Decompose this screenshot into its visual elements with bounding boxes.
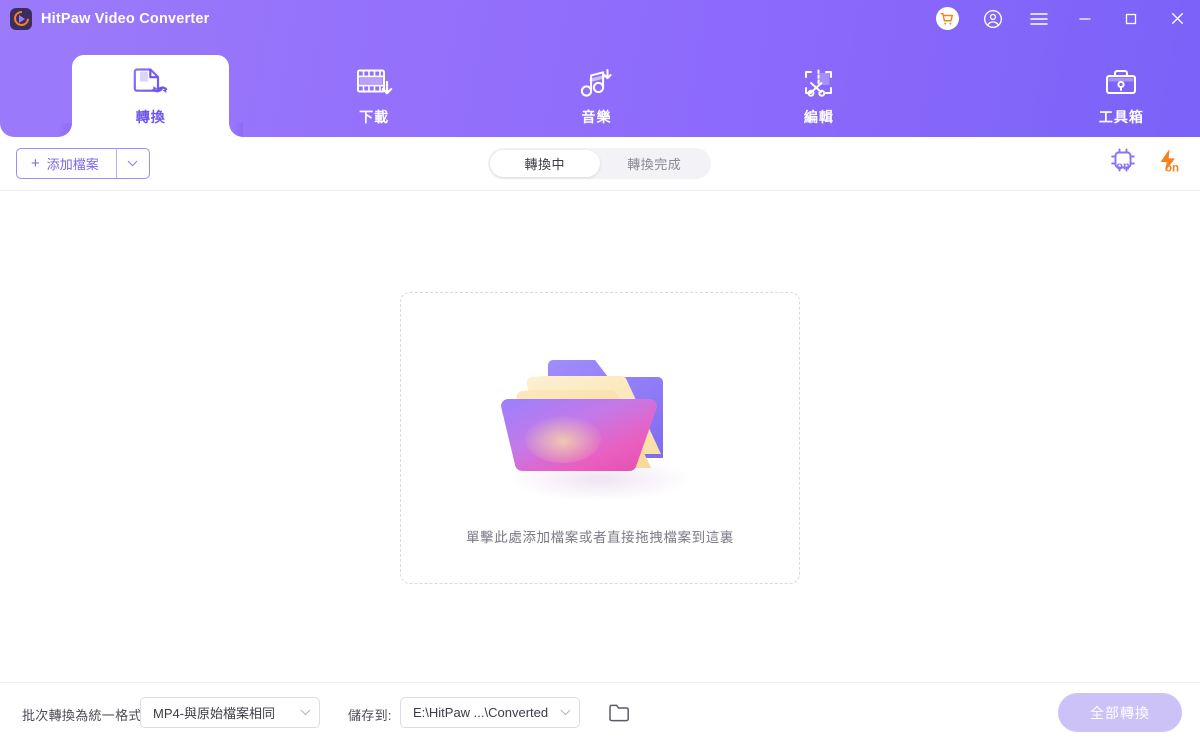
browse-folder-button[interactable] [607, 701, 631, 723]
menu-button[interactable] [1016, 0, 1062, 37]
convert-icon [132, 66, 170, 100]
add-file-dropdown-toggle[interactable] [115, 149, 149, 178]
app-window: HitPaw Video Converter 轉換 下載 音樂 編輯 工具箱 +… [0, 0, 1200, 740]
brand: HitPaw Video Converter [10, 7, 210, 30]
tab-convert-label: 轉換 [135, 108, 166, 125]
maximize-button[interactable] [1108, 0, 1154, 37]
speed-boost-toggle[interactable]: on [1154, 146, 1184, 176]
batch-format-label: 批次轉換為統一格式: [22, 708, 146, 723]
chevron-down-icon [560, 705, 571, 716]
save-to-select[interactable]: E:\HitPaw ...\Converted [400, 697, 580, 728]
segment-converted[interactable]: 轉換完成 [600, 150, 710, 177]
save-to-label: 儲存到: [348, 708, 392, 723]
download-icon [354, 66, 394, 100]
close-icon [1171, 13, 1183, 24]
svg-text:on: on [1116, 161, 1130, 173]
minimize-button[interactable] [1062, 0, 1108, 37]
hitpaw-logo-icon [10, 7, 32, 30]
window-controls [924, 0, 1200, 37]
segment-converting[interactable]: 轉換中 [490, 150, 600, 177]
save-to-value: E:\HitPaw ...\Converted [413, 705, 549, 720]
account-button[interactable] [970, 0, 1016, 37]
cpu-chip-icon: on [1111, 148, 1135, 173]
main-tabs: 轉換 下載 音樂 編輯 工具箱 [0, 55, 1200, 137]
tab-convert[interactable]: 轉換 [57, 55, 244, 137]
batch-format-select[interactable]: MP4-與原始檔案相同 [140, 697, 320, 728]
convert-all-button[interactable]: 全部轉換 [1058, 693, 1182, 732]
svg-text:on: on [1165, 163, 1179, 175]
app-title: HitPaw Video Converter [41, 10, 210, 27]
batch-format-value: MP4-與原始檔案相同 [153, 706, 276, 721]
dropzone-label: 單擊此處添加檔案或者直接拖拽檔案到這裏 [466, 530, 734, 545]
add-file-label: 添加檔案 [46, 157, 99, 172]
tab-music[interactable]: 音樂 [518, 55, 675, 137]
tab-toolbox[interactable]: 工具箱 [1043, 55, 1200, 137]
tab-download-label: 下載 [359, 108, 390, 125]
tab-music-label: 音樂 [581, 108, 612, 125]
hardware-acceleration-toggle[interactable]: on [1108, 146, 1138, 176]
tab-corner-left [58, 123, 72, 137]
lightning-bolt-icon: on [1160, 149, 1179, 175]
status-segmented-control: 轉換中 轉換完成 [488, 148, 711, 179]
folder-stack-illustration [485, 324, 715, 514]
main-content: 單擊此處添加檔案或者直接拖拽檔案到這裏 [0, 191, 1200, 682]
add-file-button[interactable]: + 添加檔案 [16, 148, 150, 179]
add-file-main[interactable]: + 添加檔案 [17, 149, 116, 178]
file-dropzone[interactable]: 單擊此處添加檔案或者直接拖拽檔案到這裏 [400, 292, 800, 584]
tab-download[interactable]: 下載 [295, 55, 452, 137]
tab-toolbox-label: 工具箱 [1098, 108, 1144, 125]
toolbar-right-actions: on on [1108, 146, 1184, 176]
plus-icon: + [31, 154, 40, 172]
maximize-icon [1125, 13, 1137, 24]
edit-icon [800, 66, 838, 100]
chevron-down-icon [127, 156, 138, 167]
cart-button[interactable] [924, 0, 970, 37]
tab-corner-right [229, 123, 244, 137]
minimize-icon [1079, 17, 1091, 20]
header-nav-band: HitPaw Video Converter 轉換 下載 音樂 編輯 工具箱 [0, 0, 1200, 137]
title-bar: HitPaw Video Converter [0, 0, 1200, 37]
tab-edit-label: 編輯 [803, 108, 834, 125]
chevron-down-icon [300, 705, 311, 716]
tab-edit[interactable]: 編輯 [740, 55, 897, 137]
hamburger-menu-icon [1030, 12, 1048, 25]
cart-icon [935, 7, 959, 30]
toolbox-icon [1103, 66, 1139, 100]
close-button[interactable] [1154, 0, 1200, 37]
user-account-icon [984, 9, 1002, 28]
open-folder-icon [609, 704, 629, 721]
music-icon [578, 66, 616, 100]
